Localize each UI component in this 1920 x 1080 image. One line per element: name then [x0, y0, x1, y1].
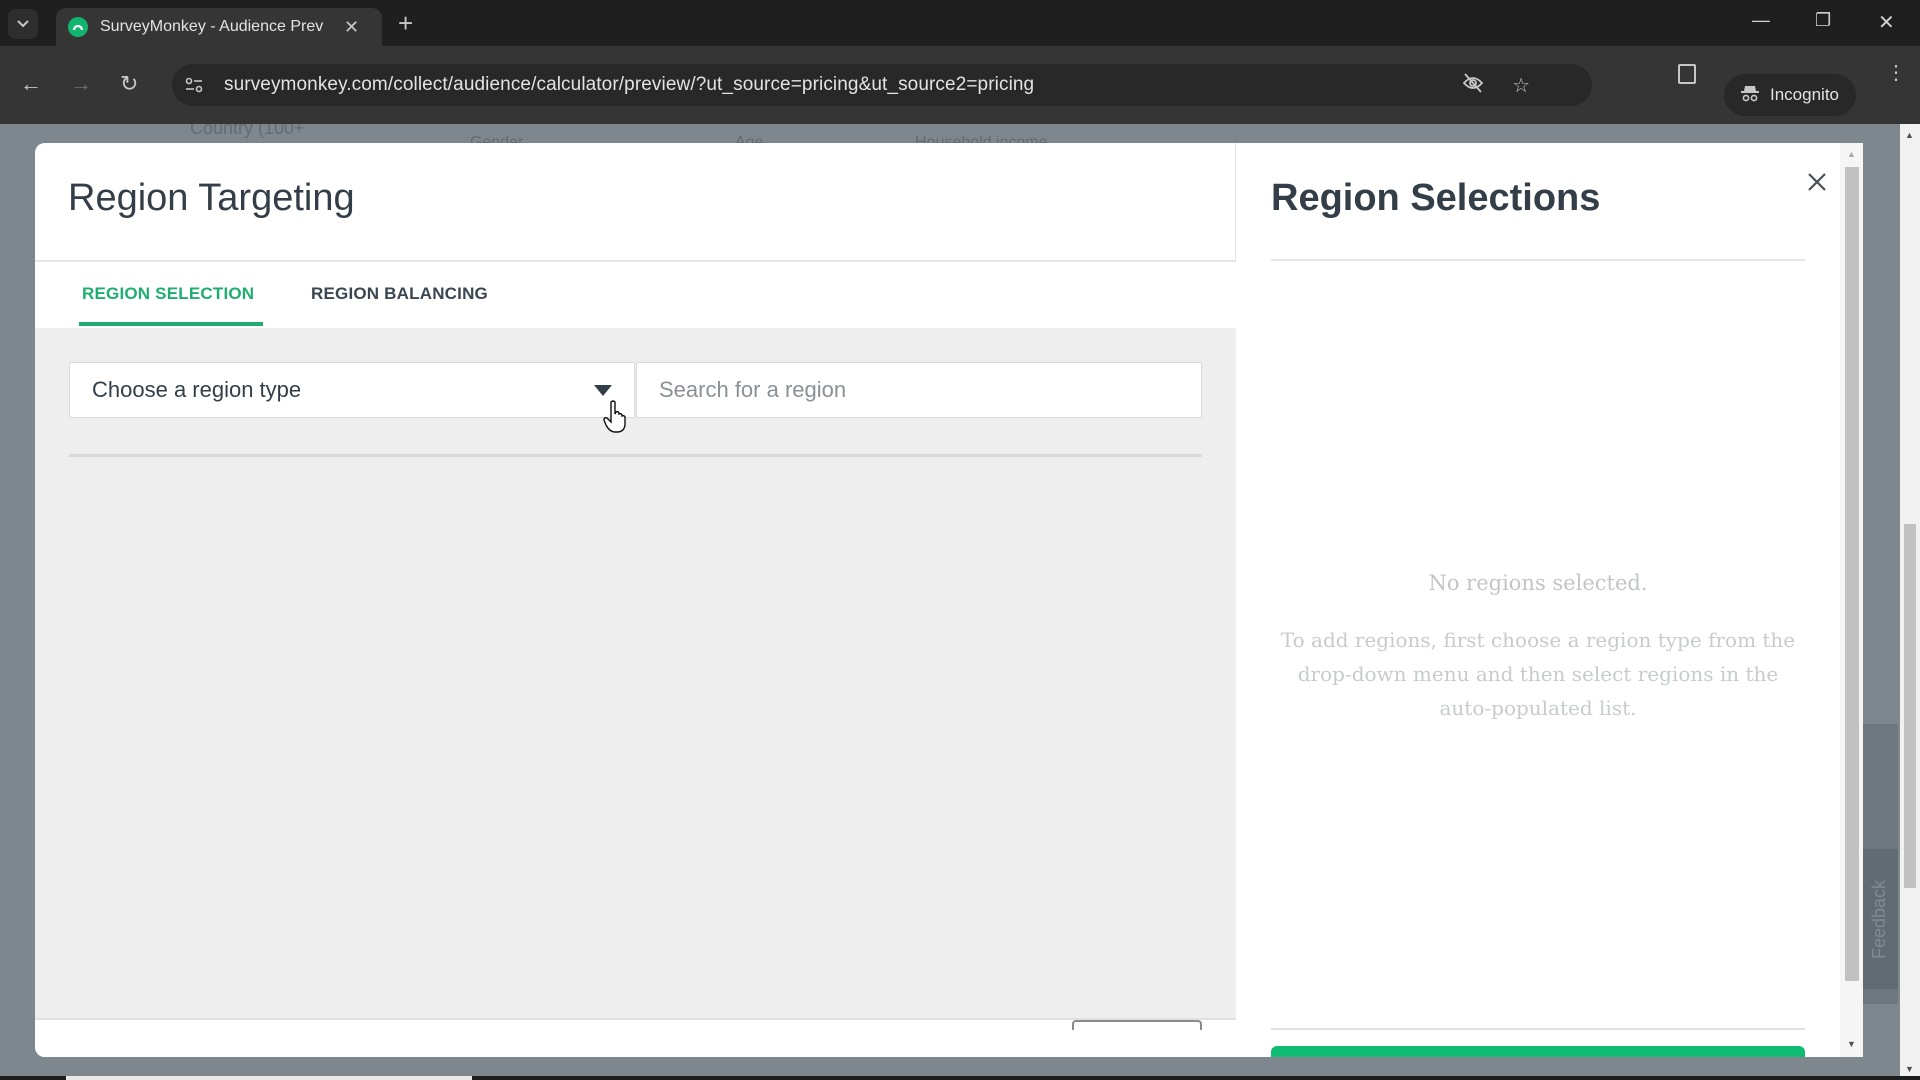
- divider: [69, 454, 1202, 457]
- region-selections-pane: Region Selections No regions selected. T…: [1236, 143, 1832, 1057]
- background-country-label: Country (100+: [190, 124, 305, 138]
- close-modal-button[interactable]: [1802, 167, 1832, 197]
- scroll-up-arrow-icon[interactable]: ▲: [1905, 130, 1914, 140]
- hand-pointer-cursor-icon: [603, 400, 626, 433]
- close-icon: [1808, 173, 1826, 191]
- browser-tab[interactable]: SurveyMonkey - Audience Prev ✕: [56, 8, 382, 46]
- tab-close-icon[interactable]: ✕: [344, 17, 359, 38]
- divider: [1271, 259, 1805, 261]
- chevron-down-icon: [17, 20, 29, 28]
- browser-tab-bar: SurveyMonkey - Audience Prev ✕ + — ❐ ✕: [0, 0, 1920, 46]
- modal-footer: [35, 1018, 1236, 1057]
- footer-button[interactable]: [1072, 1020, 1202, 1030]
- region-targeting-modal: Region Targeting REGION SELECTION REGION…: [35, 143, 1863, 1057]
- incognito-icon: [1740, 84, 1760, 107]
- surveymonkey-favicon-icon: [68, 17, 88, 37]
- modal-title: Region Targeting: [68, 177, 355, 219]
- url-text[interactable]: surveymonkey.com/collect/audience/calcul…: [224, 74, 1034, 96]
- taskbar-strip: [0, 1076, 1920, 1080]
- apply-button[interactable]: [1271, 1046, 1805, 1057]
- tab-list-button[interactable]: [8, 9, 38, 39]
- empty-state-description: To add regions, first choose a region ty…: [1280, 628, 1796, 720]
- tab-region-balancing[interactable]: REGION BALANCING: [311, 284, 488, 304]
- minimize-icon[interactable]: —: [1752, 10, 1770, 31]
- tab-title: SurveyMonkey - Audience Prev: [100, 18, 324, 35]
- caret-down-icon[interactable]: [594, 385, 612, 396]
- forward-arrow-icon[interactable]: →: [70, 72, 92, 96]
- browser-toolbar: ← → ↻ surveymonkey.com/collect/audience/…: [0, 46, 1920, 124]
- browser-menu-icon[interactable]: ⋮: [1886, 60, 1906, 85]
- active-tab-indicator: [79, 322, 263, 326]
- region-type-select[interactable]: Choose a region type: [69, 362, 635, 418]
- region-selections-title: Region Selections: [1271, 177, 1601, 219]
- incognito-label: Incognito: [1770, 85, 1839, 104]
- modal-scrollbar[interactable]: ▲ ▼: [1840, 143, 1863, 1057]
- scroll-up-arrow-icon[interactable]: ▲: [1847, 149, 1856, 159]
- scroll-down-arrow-icon[interactable]: ▼: [1847, 1039, 1856, 1049]
- address-bar[interactable]: surveymonkey.com/collect/audience/calcul…: [172, 64, 1592, 106]
- divider: [1271, 1028, 1805, 1030]
- taskbar-active-segment: [66, 1076, 472, 1080]
- new-tab-button[interactable]: +: [398, 10, 413, 36]
- feedback-label: Feedback: [1869, 879, 1890, 959]
- back-arrow-icon[interactable]: ←: [20, 72, 42, 96]
- close-window-icon[interactable]: ✕: [1878, 10, 1895, 35]
- reload-icon[interactable]: ↻: [120, 72, 138, 96]
- bookmark-star-icon[interactable]: ☆: [1512, 73, 1530, 98]
- tab-region-selection[interactable]: REGION SELECTION: [82, 284, 254, 304]
- empty-state-title: No regions selected.: [1428, 571, 1648, 595]
- page-scrollbar-thumb[interactable]: [1904, 524, 1916, 888]
- region-tabs: REGION SELECTION REGION BALANCING: [35, 262, 1236, 328]
- modal-scrollbar-thumb[interactable]: [1845, 167, 1859, 981]
- feedback-button[interactable]: Feedback: [1862, 849, 1898, 989]
- region-selection-content: Choose a region type: [35, 328, 1236, 1018]
- region-targeting-pane: Region Targeting REGION SELECTION REGION…: [35, 143, 1236, 1057]
- region-type-select-value: Choose a region type: [92, 377, 302, 402]
- side-panel-icon[interactable]: [1678, 64, 1696, 84]
- eye-off-icon[interactable]: [1462, 73, 1484, 99]
- page-scrollbar[interactable]: ▲ ▼: [1900, 124, 1920, 1080]
- scroll-down-arrow-icon[interactable]: ▼: [1905, 1064, 1914, 1074]
- site-info-icon[interactable]: [178, 69, 210, 101]
- restore-window-icon[interactable]: ❐: [1815, 10, 1831, 31]
- region-search-input[interactable]: [636, 362, 1202, 418]
- incognito-badge[interactable]: Incognito: [1724, 74, 1856, 116]
